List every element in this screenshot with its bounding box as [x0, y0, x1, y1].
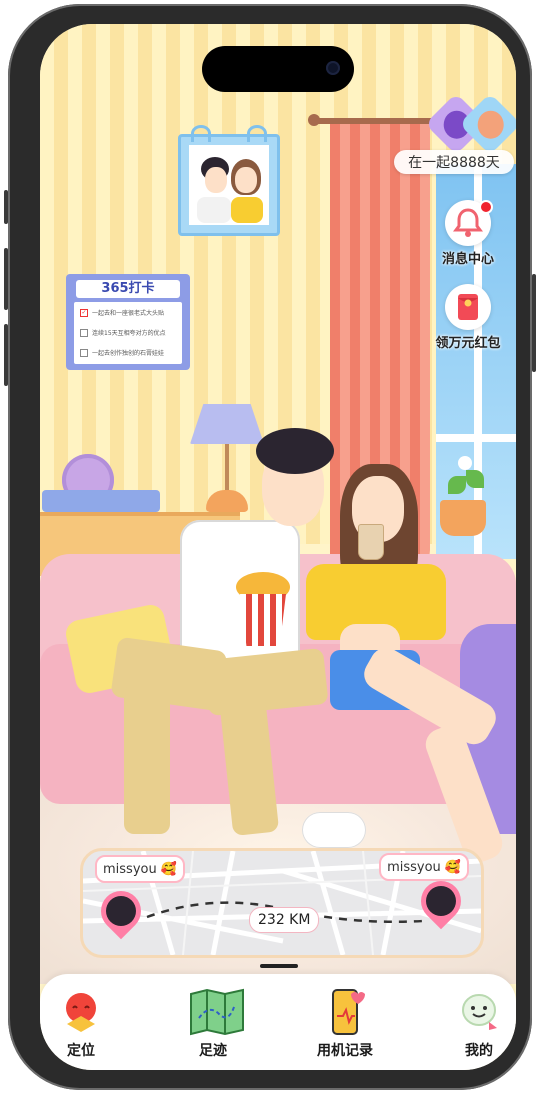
nav-label-phone-usage: 用机记录 — [317, 1043, 373, 1059]
drag-handle[interactable] — [260, 964, 298, 968]
couple-photo — [189, 145, 269, 225]
checkin-item-text: 连续15天互相夸对方的优点 — [92, 330, 166, 337]
nav-label-mine: 我的 — [465, 1043, 493, 1059]
volume-up-button — [4, 248, 8, 310]
right-user-name: missyou — [387, 859, 441, 875]
milk-tea-cup-icon — [358, 524, 384, 560]
bottom-nav: 定位 足迹 用机记录 我的 — [40, 974, 516, 1070]
red-envelope-button[interactable]: 领万元红包 — [420, 284, 516, 351]
checkbox-icon — [80, 348, 88, 357]
map-icon — [189, 988, 244, 1036]
checkin-item-text: 一起去创作独创的石膏娃娃 — [92, 350, 165, 357]
nav-item-footprints[interactable]: 足迹 — [168, 988, 258, 1060]
checkin-board[interactable]: 365打卡 ✓ 一起去和一座很老式大头贴 连续15天互相夸对方的优点 一起去创作… — [66, 274, 190, 370]
left-user-name: missyou — [103, 861, 157, 877]
flower — [458, 456, 472, 470]
checkin-list: ✓ 一起去和一座很老式大头贴 连续15天互相夸对方的优点 一起去创作独创的石膏娃… — [74, 302, 182, 364]
smiley-avatar-icon — [455, 988, 503, 1036]
distance-card[interactable]: missyou 🥰 missyou 🥰 232 KM — [80, 848, 484, 958]
plant-leaf — [448, 476, 466, 494]
lamp-pole — [225, 444, 229, 492]
message-center-button[interactable]: 消息中心 — [420, 200, 516, 267]
nav-label-location: 定位 — [67, 1043, 95, 1059]
nav-item-phone-usage[interactable]: 用机记录 — [300, 988, 390, 1060]
couple-avatars[interactable] — [424, 92, 516, 156]
message-center-label: 消息中心 — [441, 252, 494, 267]
volume-down-button — [4, 324, 8, 386]
app-screen: 365打卡 ✓ 一起去和一座很老式大头贴 连续15天互相夸对方的优点 一起去创作… — [40, 24, 516, 1070]
together-days-badge[interactable]: 在一起8888天 — [394, 150, 514, 174]
red-envelope-label: 领万元红包 — [435, 336, 501, 351]
checkin-item[interactable]: 一起去创作独创的石膏娃娃 — [80, 348, 164, 357]
couple-photo-frame[interactable] — [178, 125, 280, 236]
phone-frame: 365打卡 ✓ 一起去和一座很老式大头贴 连续15天互相夸对方的优点 一起去创作… — [4, 4, 536, 1090]
kiss-emoji-icon: 🥰 — [160, 861, 177, 877]
checkin-item[interactable]: 连续15天互相夸对方的优点 — [80, 328, 166, 337]
popcorn-bucket — [240, 594, 286, 646]
action-button — [4, 190, 8, 224]
kiss-emoji-icon: 🥰 — [444, 859, 461, 875]
checkin-item[interactable]: ✓ 一起去和一座很老式大头贴 — [80, 308, 164, 317]
right-user-chip: missyou 🥰 — [379, 853, 469, 881]
checkin-board-title: 365打卡 — [76, 280, 180, 298]
record-player[interactable] — [42, 454, 160, 512]
checkbox-icon — [80, 328, 88, 337]
location-balloon-icon — [57, 988, 105, 1036]
dynamic-island — [202, 46, 354, 92]
bell-icon — [445, 200, 493, 246]
red-envelope-icon — [445, 284, 491, 330]
checkin-item-text: 一起去和一座很老式大头贴 — [92, 310, 165, 317]
left-user-chip: missyou 🥰 — [95, 855, 185, 883]
checkbox-checked-icon: ✓ — [80, 308, 88, 317]
power-button — [532, 274, 536, 372]
bunny-slippers — [302, 812, 366, 848]
nav-label-footprints: 足迹 — [199, 1043, 227, 1059]
plant-leaf — [466, 470, 484, 488]
nav-item-mine[interactable]: 我的 — [434, 988, 516, 1060]
nav-item-location[interactable]: 定位 — [40, 988, 126, 1060]
phone-heart-icon — [321, 988, 369, 1036]
camera-icon — [326, 61, 340, 75]
notification-badge — [479, 200, 493, 214]
plant-pot — [440, 500, 486, 536]
boy-avatar — [458, 92, 516, 156]
distance-value: 232 KM — [249, 907, 320, 933]
curtain-rod-end — [308, 114, 320, 126]
